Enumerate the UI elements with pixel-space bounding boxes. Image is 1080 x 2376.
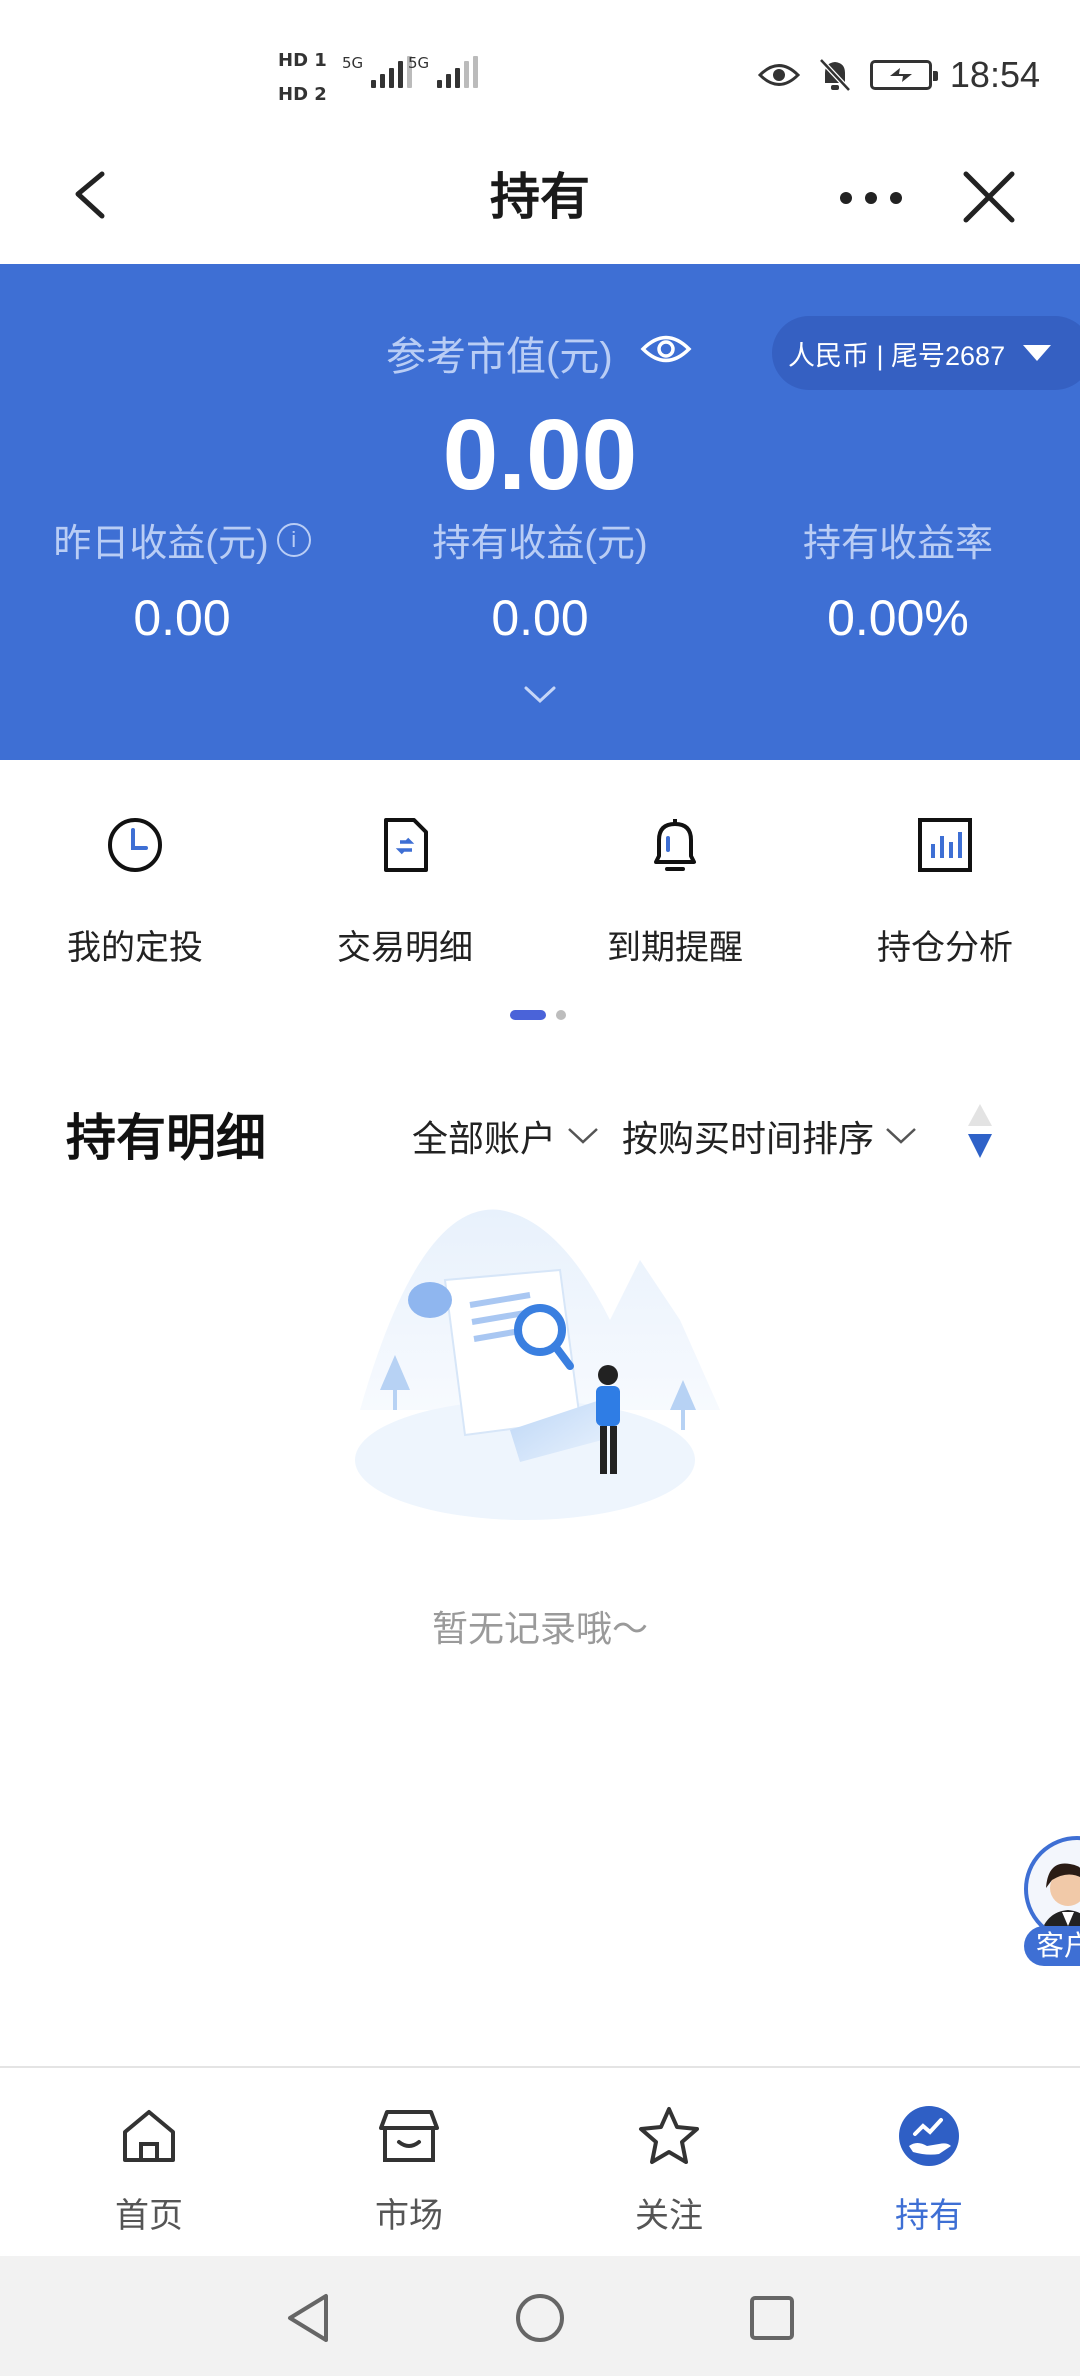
recents-square-icon[interactable] [744, 2290, 800, 2346]
back-triangle-icon[interactable] [280, 2290, 336, 2346]
chevron-down-icon [886, 1128, 916, 1144]
asset-summary: 参考市值(元) 人民币 | 尾号2687 0.00 昨日收益(元) i 0.00 … [0, 264, 1080, 760]
market-value: 0.00 [442, 399, 638, 511]
pager-dot [556, 1010, 566, 1020]
eye-icon [757, 64, 800, 86]
sim1-label: HD 1 [278, 50, 327, 71]
signal-icon: 5G [408, 54, 479, 88]
action-my-plan[interactable]: 我的定投 [0, 760, 270, 980]
bar-chart-icon [918, 818, 972, 872]
signal-icon: 5G [342, 54, 413, 88]
quick-actions: 我的定投 交易明细 到期提醒 持仓分析 [0, 760, 1080, 1030]
chevron-down-icon[interactable] [522, 684, 558, 706]
sort-filter[interactable]: 按购买时间排序 [622, 1110, 918, 1162]
tab-label: 持有 [895, 2197, 963, 2235]
tab-label: 首页 [115, 2197, 183, 2235]
action-label: 我的定投 [67, 929, 203, 967]
customer-service-label: 客户 [1024, 1926, 1080, 1966]
stat-value: 0.00% [827, 590, 969, 646]
stat-label: 昨日收益(元) [53, 523, 269, 565]
home-icon [123, 2110, 175, 2162]
action-transactions[interactable]: 交易明细 [270, 760, 540, 980]
action-reminder[interactable]: 到期提醒 [540, 760, 810, 980]
battery-charging-icon [869, 60, 938, 90]
chevron-down-icon [1023, 345, 1052, 361]
sim-indicator: HD 1 HD 2 [278, 44, 336, 112]
clock-icon [108, 818, 162, 872]
tab-market[interactable]: 市场 [274, 2068, 544, 2258]
stat-label: 持有收益(元) [432, 523, 648, 565]
system-nav-bar [0, 2256, 1080, 2376]
action-label: 交易明细 [337, 929, 473, 967]
pager-dot-active [510, 1010, 546, 1020]
market-value-label: 参考市值(元) [386, 335, 613, 379]
signal2-label: 5G [408, 54, 430, 72]
transaction-doc-icon [384, 818, 428, 872]
tab-holdings[interactable]: 持有 [794, 2068, 1064, 2258]
chevron-down-icon [568, 1128, 598, 1144]
account-filter-label: 全部账户 [412, 1118, 557, 1159]
action-analysis[interactable]: 持仓分析 [810, 760, 1080, 980]
page-indicator [510, 1010, 566, 1020]
page-title: 持有 [490, 169, 590, 225]
tab-label: 关注 [635, 2197, 703, 2235]
currency-selector-label: 人民币 | 尾号2687 [788, 340, 1006, 371]
stat-value: 0.00 [133, 590, 231, 646]
stat-rate: 持有收益率 0.00% [718, 512, 1078, 647]
status-right: 18:54 [757, 50, 1040, 100]
home-circle-icon[interactable] [512, 2290, 568, 2346]
empty-state-text: 暂无记录哦～ [431, 1608, 648, 1649]
sim2-label: HD 2 [278, 84, 327, 105]
bottom-tab-bar: 首页 市场 关注 持有 [0, 2066, 1080, 2256]
holdings-title: 持有明细 [66, 1110, 266, 1166]
customer-service-button[interactable]: 客户 [1024, 1836, 1080, 1978]
tab-label: 市场 [375, 2197, 443, 2235]
signal1-label: 5G [342, 54, 364, 72]
stat-label: 持有收益率 [802, 523, 993, 565]
status-time: 18:54 [949, 54, 1040, 95]
stat-yesterday: 昨日收益(元) i 0.00 [2, 512, 362, 647]
info-icon[interactable]: i [276, 522, 311, 557]
action-label: 到期提醒 [607, 929, 743, 967]
action-label: 持仓分析 [877, 929, 1013, 967]
tab-watchlist[interactable]: 关注 [534, 2068, 804, 2258]
currency-selector[interactable]: 人民币 | 尾号2687 [772, 316, 1080, 390]
more-icon[interactable] [836, 162, 906, 232]
nav-bar: 持有 [0, 130, 1080, 264]
sort-order-icon[interactable] [962, 1100, 998, 1162]
status-bar: HD 1 HD 2 5G 5G 18:54 [0, 0, 1080, 130]
sort-filter-label: 按购买时间排序 [622, 1118, 875, 1159]
stat-value: 0.00 [491, 590, 589, 646]
account-filter[interactable]: 全部账户 [412, 1110, 600, 1162]
bell-icon [654, 819, 696, 871]
eye-icon[interactable] [640, 332, 692, 366]
bell-off-icon [819, 58, 851, 92]
empty-state-illustration [355, 1209, 720, 1520]
close-icon[interactable] [954, 162, 1024, 232]
holding-icon [899, 2106, 959, 2166]
stat-holding: 持有收益(元) 0.00 [360, 512, 720, 647]
star-icon [639, 2107, 699, 2164]
tab-home[interactable]: 首页 [14, 2068, 284, 2258]
market-icon [379, 2110, 439, 2162]
